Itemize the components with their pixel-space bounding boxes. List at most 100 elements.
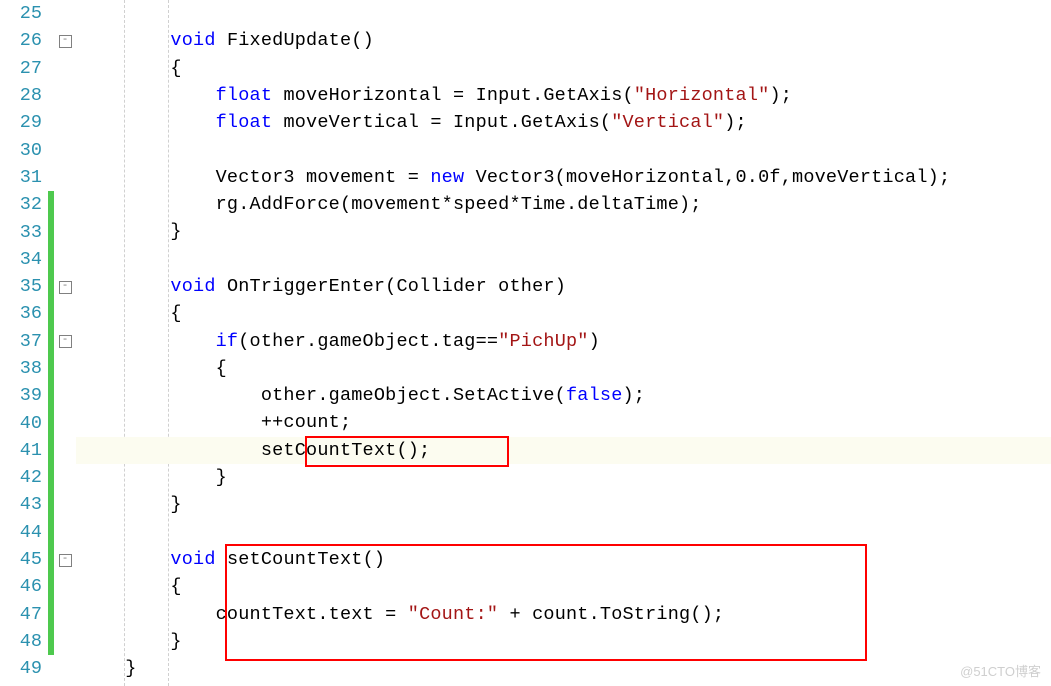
code-token: void: [170, 276, 215, 297]
gutter-row: 47: [0, 601, 76, 628]
code-line[interactable]: void FixedUpdate(): [76, 27, 1051, 54]
code-line[interactable]: [76, 0, 1051, 27]
code-token: Vector3(moveHorizontal,0.0f,moveVertical…: [464, 167, 950, 188]
line-number: 41: [0, 440, 48, 461]
code-line[interactable]: [76, 136, 1051, 163]
line-number: 48: [0, 631, 48, 652]
gutter-row: 31: [0, 164, 76, 191]
fold-collapse-icon[interactable]: -: [59, 35, 72, 48]
code-token: }: [80, 631, 182, 652]
change-marker: [48, 409, 54, 436]
line-number: 34: [0, 249, 48, 270]
change-marker: [48, 136, 54, 163]
line-number: 37: [0, 331, 48, 352]
fold-column[interactable]: -: [54, 34, 76, 48]
change-marker: [48, 355, 54, 382]
code-token: moveHorizontal = Input.GetAxis(: [272, 85, 634, 106]
code-line[interactable]: {: [76, 355, 1051, 382]
code-line[interactable]: }: [76, 464, 1051, 491]
code-token: }: [80, 221, 182, 242]
code-token: [80, 30, 170, 51]
code-token: [80, 331, 216, 352]
change-marker: [48, 519, 54, 546]
code-token: );: [724, 112, 747, 133]
code-line[interactable]: float moveHorizontal = Input.GetAxis("Ho…: [76, 82, 1051, 109]
line-number: 43: [0, 494, 48, 515]
code-line[interactable]: other.gameObject.SetActive(false);: [76, 382, 1051, 409]
line-number: 33: [0, 222, 48, 243]
line-number: 35: [0, 276, 48, 297]
code-token: rg.AddForce(movement*speed*Time.deltaTim…: [80, 194, 702, 215]
code-line[interactable]: float moveVertical = Input.GetAxis("Vert…: [76, 109, 1051, 136]
code-token: {: [80, 58, 182, 79]
fold-collapse-icon[interactable]: -: [59, 281, 72, 294]
gutter-row: 46: [0, 573, 76, 600]
change-marker: [48, 437, 54, 464]
gutter-row: 44: [0, 519, 76, 546]
code-line[interactable]: }: [76, 655, 1051, 682]
change-marker: [48, 218, 54, 245]
change-marker: [48, 191, 54, 218]
code-line[interactable]: [76, 246, 1051, 273]
line-number: 30: [0, 140, 48, 161]
change-marker: [48, 382, 54, 409]
code-line[interactable]: [76, 519, 1051, 546]
code-token: setCountText(): [216, 549, 386, 570]
code-area[interactable]: void FixedUpdate() { float moveHorizonta…: [76, 0, 1051, 686]
change-marker: [48, 109, 54, 136]
change-marker: [48, 628, 54, 655]
line-number: 42: [0, 467, 48, 488]
gutter-row: 41: [0, 437, 76, 464]
code-line[interactable]: if(other.gameObject.tag=="PichUp"): [76, 328, 1051, 355]
code-token: }: [80, 467, 227, 488]
code-token: [80, 549, 170, 570]
gutter-row: 49: [0, 655, 76, 682]
fold-column[interactable]: -: [54, 280, 76, 294]
change-marker: [48, 573, 54, 600]
code-line[interactable]: Vector3 movement = new Vector3(moveHoriz…: [76, 164, 1051, 191]
change-marker: [48, 655, 54, 682]
code-line[interactable]: ++count;: [76, 409, 1051, 436]
code-token: }: [80, 494, 182, 515]
code-editor[interactable]: 2526-272829303132333435-3637-38394041424…: [0, 0, 1051, 686]
watermark: @51CTO博客: [960, 661, 1041, 680]
gutter-row: 45-: [0, 546, 76, 573]
code-token: setCountText();: [80, 440, 430, 461]
gutter-row: 34: [0, 246, 76, 273]
code-line[interactable]: {: [76, 300, 1051, 327]
code-token: moveVertical = Input.GetAxis(: [272, 112, 611, 133]
code-token: "Horizontal": [634, 85, 770, 106]
code-line[interactable]: rg.AddForce(movement*speed*Time.deltaTim…: [76, 191, 1051, 218]
change-marker: [48, 82, 54, 109]
change-marker: [48, 464, 54, 491]
gutter-row: 39: [0, 382, 76, 409]
code-token: void: [170, 30, 215, 51]
fold-column[interactable]: -: [54, 334, 76, 348]
gutter-row: 29: [0, 109, 76, 136]
code-line[interactable]: countText.text = "Count:" + count.ToStri…: [76, 601, 1051, 628]
line-number: 38: [0, 358, 48, 379]
code-line[interactable]: }: [76, 218, 1051, 245]
code-line[interactable]: void setCountText(): [76, 546, 1051, 573]
fold-column[interactable]: -: [54, 553, 76, 567]
gutter-row: 28: [0, 82, 76, 109]
code-token: if: [216, 331, 239, 352]
code-token: "PichUp": [498, 331, 588, 352]
code-token: {: [80, 358, 227, 379]
code-token: FixedUpdate(): [216, 30, 374, 51]
code-line[interactable]: }: [76, 628, 1051, 655]
fold-collapse-icon[interactable]: -: [59, 335, 72, 348]
gutter-row: 36: [0, 300, 76, 327]
line-number: 36: [0, 303, 48, 324]
code-line[interactable]: {: [76, 55, 1051, 82]
line-number: 46: [0, 576, 48, 597]
gutter-row: 33: [0, 218, 76, 245]
code-line[interactable]: }: [76, 491, 1051, 518]
code-line[interactable]: setCountText();: [76, 437, 1051, 464]
code-token: Vector3 movement =: [80, 167, 430, 188]
code-line[interactable]: {: [76, 573, 1051, 600]
gutter-row: 48: [0, 628, 76, 655]
fold-collapse-icon[interactable]: -: [59, 554, 72, 567]
code-line[interactable]: void OnTriggerEnter(Collider other): [76, 273, 1051, 300]
code-token: void: [170, 549, 215, 570]
